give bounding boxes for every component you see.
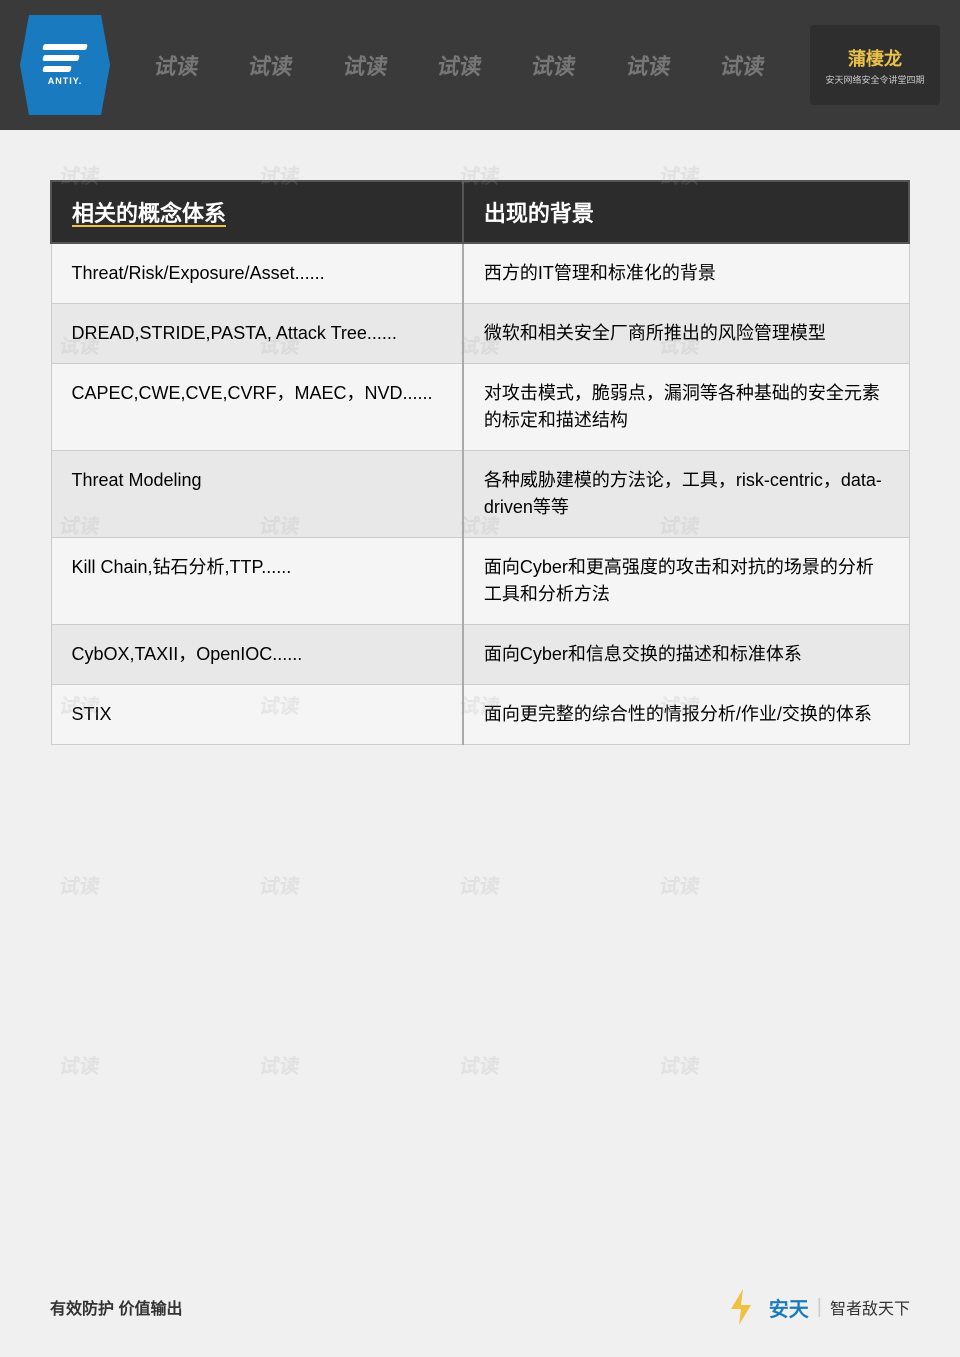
header: ANTIY. 试读 试读 试读 试读 试读 试读 试读 蒲棲龙 安天网络安全令讲… (0, 0, 960, 130)
table-row: STIX 面向更完整的综合性的情报分析/作业/交换的体系 (51, 685, 909, 745)
bwm-24: 试读 (657, 1050, 702, 1079)
table-row: CybOX,TAXII，OpenIOC...... 面向Cyber和信息交换的描… (51, 625, 909, 685)
header-watermark-7: 试读 (718, 49, 768, 81)
logo-stripe-3 (42, 66, 72, 72)
bwm-22: 试读 (257, 1050, 302, 1079)
row3-col1: CAPEC,CWE,CVE,CVRF，MAEC，NVD...... (51, 364, 463, 451)
logo: ANTIY. (20, 15, 110, 115)
header-watermark-6: 试读 (624, 49, 674, 81)
row6-col2: 面向Cyber和信息交换的描述和标准体系 (463, 625, 909, 685)
row7-col2: 面向更完整的综合性的情报分析/作业/交换的体系 (463, 685, 909, 745)
header-watermark-5: 试读 (529, 49, 579, 81)
header-watermark-2: 试读 (247, 49, 297, 81)
logo-stripe-2 (42, 55, 80, 61)
table-row: Threat Modeling 各种威胁建模的方法论，工具，risk-centr… (51, 451, 909, 538)
row4-col1: Threat Modeling (51, 451, 463, 538)
row7-col1: STIX (51, 685, 463, 745)
header-watermark-1: 试读 (152, 49, 202, 81)
table-row: CAPEC,CWE,CVE,CVRF，MAEC，NVD...... 对攻击模式，… (51, 364, 909, 451)
table-row: DREAD,STRIDE,PASTA, Attack Tree...... 微软… (51, 304, 909, 364)
footer-brand: 安天 (769, 1293, 809, 1322)
header-watermark-4: 试读 (435, 49, 485, 81)
header-watermarks: 试读 试读 试读 试读 试读 试读 试读 (110, 49, 810, 81)
row3-col2: 对攻击模式，脆弱点，漏洞等各种基础的安全元素的标定和描述结构 (463, 364, 909, 451)
row5-col2: 面向Cyber和更高强度的攻击和对抗的场景的分析工具和分析方法 (463, 538, 909, 625)
bwm-19: 试读 (457, 870, 502, 899)
bwm-17: 试读 (57, 870, 102, 899)
logo-stripes (43, 44, 87, 72)
footer: 有效防护 价值输出 安天 | 智者敌天下 (50, 1287, 910, 1327)
logo-stripe-1 (42, 44, 88, 50)
main-content: 试读 试读 试读 试读 试读 试读 试读 试读 试读 试读 试读 试读 试读 试… (0, 130, 960, 785)
footer-brand-suffix: 智者敌天下 (830, 1295, 910, 1319)
lightning-icon (721, 1287, 761, 1327)
bwm-21: 试读 (57, 1050, 102, 1079)
bwm-18: 试读 (257, 870, 302, 899)
logo-text: ANTIY. (48, 76, 83, 86)
row2-col2: 微软和相关安全厂商所推出的风险管理模型 (463, 304, 909, 364)
top-right-brand: 蒲棲龙 (848, 45, 902, 71)
footer-slogan: 有效防护 价值输出 (50, 1295, 182, 1319)
header-watermark-3: 试读 (341, 49, 391, 81)
row1-col2: 西方的IT管理和标准化的背景 (463, 243, 909, 304)
concept-table: 相关的概念体系 出现的背景 Threat/Risk/Exposure/Asset… (50, 180, 910, 745)
footer-logo: 安天 | 智者敌天下 (721, 1287, 910, 1327)
row5-col1: Kill Chain,钻石分析,TTP...... (51, 538, 463, 625)
bwm-20: 试读 (657, 870, 702, 899)
bwm-23: 试读 (457, 1050, 502, 1079)
table-row: Threat/Risk/Exposure/Asset...... 西方的IT管理… (51, 243, 909, 304)
row2-col1: DREAD,STRIDE,PASTA, Attack Tree...... (51, 304, 463, 364)
table-row: Kill Chain,钻石分析,TTP...... 面向Cyber和更高强度的攻… (51, 538, 909, 625)
row4-col2: 各种威胁建模的方法论，工具，risk-centric，data-driven等等 (463, 451, 909, 538)
row1-col1: Threat/Risk/Exposure/Asset...... (51, 243, 463, 304)
row6-col1: CybOX,TAXII，OpenIOC...... (51, 625, 463, 685)
col1-header: 相关的概念体系 (51, 181, 463, 243)
top-right-logo: 蒲棲龙 安天网络安全令讲堂四期 (810, 25, 940, 105)
col2-header: 出现的背景 (463, 181, 909, 243)
top-right-sub: 安天网络安全令讲堂四期 (825, 73, 924, 86)
footer-brand-divider: | (817, 1296, 822, 1319)
